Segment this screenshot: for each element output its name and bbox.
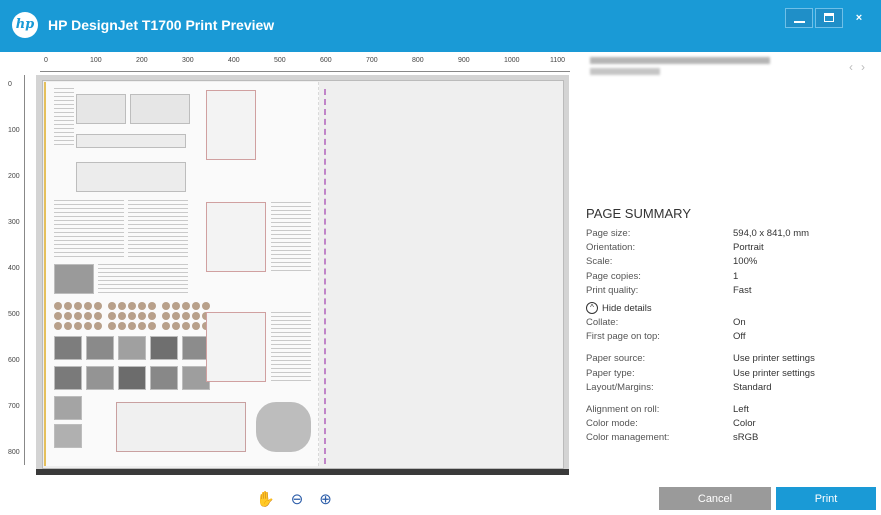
preview-toolbar: ✋ ⊖ ⊕ bbox=[256, 490, 332, 508]
ruler-label: 1000 bbox=[504, 57, 520, 64]
summary-row: Layout/Margins: Standard bbox=[586, 381, 866, 395]
summary-row: Collate: On bbox=[586, 316, 866, 330]
print-page-preview bbox=[44, 82, 319, 466]
previous-page-icon[interactable]: ‹ bbox=[849, 60, 861, 74]
summary-row: Orientation: Portrait bbox=[586, 241, 866, 255]
horizontal-ruler: 0 100 200 300 400 500 600 700 800 900 1000 1100 bbox=[40, 57, 570, 72]
summary-value: 100% bbox=[733, 256, 758, 268]
summary-value: sRGB bbox=[733, 432, 759, 444]
ruler-label: 200 bbox=[8, 173, 20, 180]
page-navigation: ‹› bbox=[849, 60, 873, 74]
summary-value: Off bbox=[733, 331, 746, 343]
summary-label: First page on top: bbox=[586, 331, 660, 343]
summary-row: Paper type: Use printer settings bbox=[586, 367, 866, 381]
chevron-up-icon: ^ bbox=[586, 302, 598, 315]
summary-row: Color mode: Color bbox=[586, 417, 866, 431]
zoom-out-icon[interactable]: ⊖ bbox=[291, 490, 304, 508]
ruler-label: 400 bbox=[8, 265, 20, 272]
summary-value: On bbox=[733, 317, 746, 329]
ruler-label: 600 bbox=[320, 57, 332, 64]
cancel-button[interactable]: Cancel bbox=[659, 487, 771, 510]
ruler-label: 200 bbox=[136, 57, 148, 64]
print-button[interactable]: Print bbox=[776, 487, 876, 510]
page-cut-line bbox=[324, 89, 326, 464]
hide-details-label: Hide details bbox=[602, 302, 652, 314]
paper-sheet bbox=[42, 80, 564, 469]
preview-canvas[interactable] bbox=[36, 75, 569, 475]
ruler-label: 700 bbox=[366, 57, 378, 64]
maximize-button[interactable] bbox=[815, 8, 843, 28]
summary-value: Left bbox=[733, 404, 749, 416]
summary-label: Print quality: bbox=[586, 284, 639, 296]
summary-label: Paper source: bbox=[586, 353, 646, 365]
ruler-label: 800 bbox=[8, 449, 20, 456]
ruler-label: 500 bbox=[8, 311, 20, 318]
summary-label: Alignment on roll: bbox=[586, 404, 660, 416]
minimize-button[interactable] bbox=[785, 8, 813, 28]
summary-value: Use printer settings bbox=[733, 367, 815, 379]
summary-row: Color management: sRGB bbox=[586, 431, 866, 445]
summary-value: Fast bbox=[733, 284, 752, 296]
summary-basic-list: Page size: 594,0 x 841,0 mm Orientation: P… bbox=[586, 227, 866, 298]
vertical-ruler: 0 100 200 300 400 500 600 700 800 bbox=[6, 75, 25, 465]
window-title: HP DesignJet T1700 Print Preview bbox=[48, 17, 275, 33]
summary-value: 594,0 x 841,0 mm bbox=[733, 228, 810, 239]
summary-label: Scale: bbox=[586, 256, 613, 268]
ruler-label: 500 bbox=[274, 57, 286, 64]
summary-label: Orientation: bbox=[586, 242, 636, 254]
ruler-label: 400 bbox=[228, 57, 240, 64]
ruler-label: 900 bbox=[458, 57, 470, 64]
close-button[interactable]: × bbox=[845, 8, 873, 28]
summary-label: Page size: bbox=[586, 228, 631, 239]
zoom-in-icon[interactable]: ⊕ bbox=[319, 490, 332, 508]
summary-value: Color bbox=[733, 418, 756, 430]
window-controls: × bbox=[785, 8, 873, 28]
page-summary-panel: PAGE SUMMARY Page size: 594,0 x 841,0 mm … bbox=[586, 206, 866, 446]
file-info-blurred bbox=[590, 57, 770, 75]
summary-label: Color management: bbox=[586, 432, 670, 444]
ruler-label: 1100 bbox=[550, 57, 566, 64]
canvas-bottom-bar bbox=[36, 469, 569, 475]
summary-label: Paper type: bbox=[586, 367, 635, 379]
ruler-label: 0 bbox=[44, 57, 48, 64]
summary-value: Portrait bbox=[733, 242, 764, 254]
summary-row: Alignment on roll: Left bbox=[586, 403, 866, 417]
summary-label: Page copies: bbox=[586, 270, 641, 282]
hp-logo: hp bbox=[12, 12, 38, 38]
summary-row: Print quality: Fast bbox=[586, 284, 866, 298]
ruler-label: 100 bbox=[8, 127, 20, 134]
ruler-label: 700 bbox=[8, 403, 20, 410]
ruler-label: 100 bbox=[90, 57, 102, 64]
summary-value: 1 bbox=[733, 270, 739, 282]
summary-row: Paper source: Use printer settings bbox=[586, 352, 866, 366]
title-bar: hp HP DesignJet T1700 Print Preview × bbox=[0, 0, 881, 52]
page-summary-title: PAGE SUMMARY bbox=[586, 206, 691, 221]
summary-label: Layout/Margins: bbox=[586, 381, 654, 393]
summary-row: Page copies: 1 bbox=[586, 270, 866, 284]
summary-row: Page size: 594,0 x 841,0 mm bbox=[586, 227, 866, 241]
next-page-icon[interactable]: › bbox=[861, 60, 873, 74]
ruler-label: 300 bbox=[182, 57, 194, 64]
hand-tool-icon[interactable]: ✋ bbox=[256, 490, 275, 508]
hide-details-toggle[interactable]: ^ Hide details bbox=[586, 302, 866, 315]
summary-row: First page on top: Off bbox=[586, 330, 866, 344]
summary-value: Standard bbox=[733, 381, 772, 393]
summary-label: Color mode: bbox=[586, 418, 638, 430]
summary-value: Use printer settings bbox=[733, 353, 815, 365]
ruler-label: 600 bbox=[8, 357, 20, 364]
summary-row: Scale: 100% bbox=[586, 255, 866, 269]
summary-label: Collate: bbox=[586, 317, 619, 329]
ruler-label: 300 bbox=[8, 219, 20, 226]
ruler-label: 800 bbox=[412, 57, 424, 64]
ruler-label: 0 bbox=[8, 81, 12, 88]
